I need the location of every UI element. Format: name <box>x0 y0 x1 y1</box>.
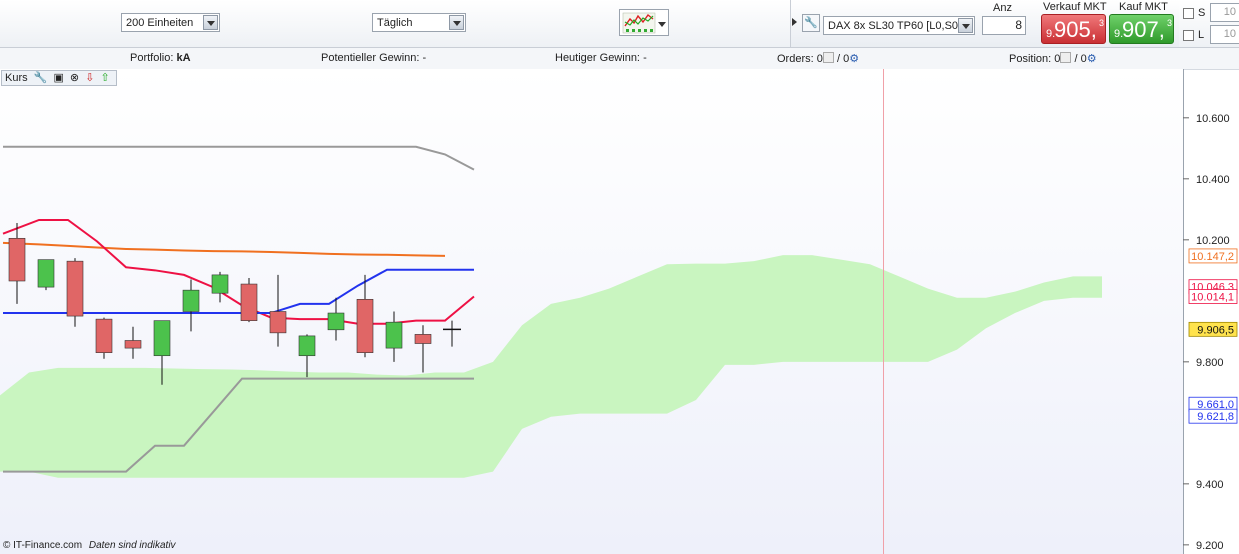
buy-price-fraction: 3 <box>1167 18 1173 28</box>
candle-up <box>385 321 403 349</box>
candle-up <box>211 274 229 294</box>
panel-toggle-icon[interactable] <box>792 18 797 26</box>
y-tick-label: 9.200 <box>1196 540 1224 552</box>
stop-label: S <box>1198 7 1206 19</box>
position-separator: / <box>1074 53 1078 65</box>
price-chart[interactable]: 10.600 10.400 10.200 9.800 9.400 9.200 10.147… <box>0 69 1239 554</box>
stop-checkbox[interactable] <box>1183 8 1194 19</box>
potential-gain-value: - <box>422 52 427 64</box>
candle-down <box>269 311 287 334</box>
position-icon[interactable] <box>1060 52 1072 63</box>
potential-gain-label: Potentieller Gewinn: <box>321 52 420 64</box>
move-up-icon[interactable]: ⇧ <box>100 72 109 84</box>
today-gain-value: - <box>643 52 647 64</box>
gear-icon[interactable]: ⚙ <box>849 53 859 65</box>
price-label: 9.906,5 <box>1197 324 1234 336</box>
chart-type-button[interactable] <box>619 9 669 36</box>
candle-down <box>95 318 113 353</box>
footer: © IT-Finance.com Daten sind indikativ <box>3 540 176 551</box>
limit-input[interactable]: 10 <box>1210 25 1239 44</box>
potential-gain-info: Potentieller Gewinn: - <box>321 52 426 64</box>
instrument-select-value: DAX 8x SL30 TP60 [L0,S0] <box>828 20 962 32</box>
chevron-down-icon <box>658 22 666 27</box>
today-gain-info: Heutiger Gewinn: - <box>555 52 647 64</box>
y-tick-label: 10.600 <box>1196 113 1230 125</box>
candle-down <box>8 237 26 282</box>
wrench-icon[interactable]: 🔧 <box>34 72 48 84</box>
candle-down <box>124 340 142 349</box>
price-label: 10.147,2 <box>1191 251 1234 263</box>
anz-label: Anz <box>993 2 1012 14</box>
y-tick-label: 9.400 <box>1196 479 1224 491</box>
info-bar: Portfolio: kA Potentieller Gewinn: - Heu… <box>0 48 1239 70</box>
chevron-down-icon[interactable] <box>203 15 218 30</box>
price-label: 10.014,1 <box>1191 292 1234 304</box>
candle-down <box>414 334 432 344</box>
copyright: © IT-Finance.com <box>3 540 83 551</box>
stop-input[interactable]: 10 <box>1210 3 1239 22</box>
candle-down <box>356 298 374 353</box>
buy-button[interactable]: 9. 907, 3 <box>1109 14 1174 44</box>
chart-legend: Kurs 🔧 ▣ ⊗ ⇩ ⇧ <box>1 70 117 86</box>
chevron-down-icon[interactable] <box>958 18 973 33</box>
gear-icon[interactable]: ⚙ <box>1087 53 1097 65</box>
limit-label: L <box>1198 29 1205 41</box>
units-select-value: 200 Einheiten <box>126 17 194 29</box>
interval-select-value: Täglich <box>377 17 413 29</box>
close-icon[interactable]: ⊗ <box>70 72 79 84</box>
portfolio-info: Portfolio: kA <box>130 52 191 64</box>
disclaimer: Daten sind indikativ <box>88 540 176 551</box>
candle-up <box>153 320 171 357</box>
sell-label: Verkauf MKT <box>1043 1 1107 13</box>
sell-price-fraction: 3 <box>1099 18 1105 28</box>
limit-checkbox[interactable] <box>1183 30 1194 41</box>
price-label: 9.621,8 <box>1197 411 1234 423</box>
candle-up <box>37 259 55 288</box>
chart-type-icon <box>622 12 656 34</box>
candle-down <box>240 283 258 321</box>
candle-up <box>298 335 316 357</box>
legend-label: Kurs <box>5 72 28 84</box>
portfolio-label: Portfolio: <box>130 52 174 64</box>
y-tick-label: 9.800 <box>1196 357 1224 369</box>
position-info: Position: 0 / 0⚙ <box>1009 52 1097 65</box>
candle-up <box>327 312 345 331</box>
orders-info: Orders: 0 / 0⚙ <box>777 52 859 65</box>
y-tick-label: 10.400 <box>1196 174 1230 186</box>
wrench-icon: 🔧 <box>804 17 818 29</box>
candle-down <box>66 260 84 317</box>
move-down-icon[interactable]: ⇩ <box>85 72 94 84</box>
orders-separator: / <box>836 53 840 65</box>
sell-button[interactable]: 9. 905, 3 <box>1041 14 1106 44</box>
chevron-down-icon[interactable] <box>449 15 464 30</box>
buy-label: Kauf MKT <box>1119 1 1168 13</box>
orders-label: Orders: <box>777 53 814 65</box>
buy-price: 907, <box>1122 17 1165 42</box>
y-tick-label: 10.200 <box>1196 235 1230 247</box>
instrument-select[interactable]: DAX 8x SL30 TP60 [L0,S0] <box>823 16 975 35</box>
candle-up <box>182 289 200 312</box>
interval-select[interactable]: Täglich <box>372 13 466 32</box>
units-select[interactable]: 200 Einheiten <box>121 13 220 32</box>
today-gain-label: Heutiger Gewinn: <box>555 52 640 64</box>
window-icon[interactable]: ▣ <box>53 72 63 84</box>
settings-button[interactable]: 🔧 <box>802 14 820 32</box>
orders-icon[interactable] <box>822 52 834 63</box>
position-label: Position: <box>1009 53 1052 65</box>
sell-price: 905, <box>1054 17 1097 42</box>
portfolio-value: kA <box>176 52 191 64</box>
quantity-input[interactable]: 8 <box>982 16 1026 35</box>
